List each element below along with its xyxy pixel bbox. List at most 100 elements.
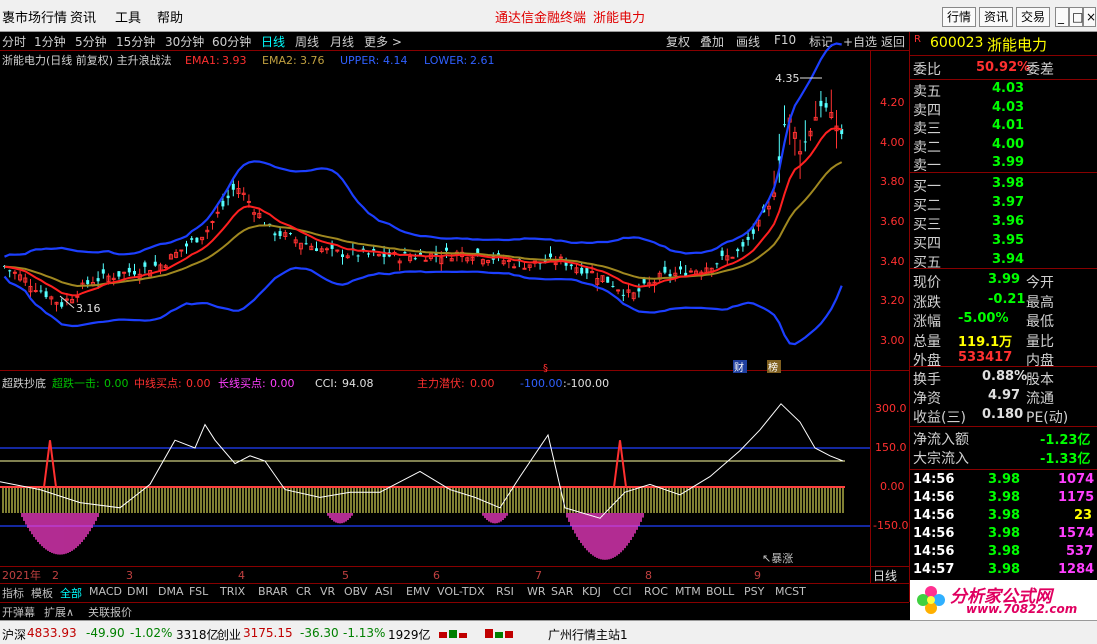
- candle-body: [231, 183, 235, 190]
- indicator-tab-cr[interactable]: CR: [296, 585, 311, 598]
- indicator-tab-kdj[interactable]: KDJ: [582, 585, 601, 598]
- sub-e-label: 主力潜伏:: [417, 376, 465, 390]
- server-name[interactable]: 广州行情主站1: [548, 626, 628, 643]
- close-button[interactable]: ×: [1083, 7, 1096, 27]
- indicator-tab-emv[interactable]: EMV: [406, 585, 430, 598]
- related-quotes-link[interactable]: 关联报价: [88, 604, 132, 620]
- sell-level-price: 4.01: [992, 118, 1025, 133]
- tick-volume: 1074: [1058, 472, 1095, 487]
- indicator-tab-macd[interactable]: MACD: [89, 585, 122, 598]
- candle-body: [101, 269, 105, 274]
- candle-body: [60, 302, 64, 307]
- finance-right-label: 流通: [1026, 391, 1054, 407]
- flower-logo-icon: [917, 586, 945, 614]
- candle-body: [215, 211, 220, 214]
- candle-body: [445, 247, 448, 251]
- indicator-tab-rsi[interactable]: RSI: [496, 585, 514, 598]
- finance-label: 收益(三): [913, 410, 966, 426]
- sh-index-value: 4833.93: [27, 626, 77, 640]
- indicator-tab-fsl[interactable]: FSL: [189, 585, 208, 598]
- quote-tab-button[interactable]: 行情: [942, 7, 977, 27]
- indicator-tab-全部[interactable]: 全部: [60, 585, 82, 601]
- stat-value: -5.00%: [958, 311, 1009, 326]
- stat-label: 现价: [913, 275, 941, 291]
- candle-body: [668, 273, 672, 277]
- indicator-tab-dma[interactable]: DMA: [158, 585, 184, 598]
- candle-body: [289, 233, 292, 235]
- tick-time: 14:56: [913, 490, 955, 505]
- sub-d-value: 94.08: [342, 377, 374, 390]
- candle-body: [606, 276, 610, 283]
- danmaku-toggle[interactable]: 开弹幕: [2, 604, 35, 620]
- market-mini-bars-icon: [439, 629, 513, 638]
- indicator-panel: [0, 403, 870, 560]
- candle-body: [315, 248, 318, 251]
- ema2-line: [4, 161, 843, 288]
- date-tick: 2: [52, 569, 59, 582]
- sub-a-label: 超跌一击:: [52, 376, 100, 390]
- minimize-button[interactable]: _: [1055, 7, 1069, 27]
- candle-body: [96, 278, 100, 282]
- indicator-tab-cci[interactable]: CCI: [613, 585, 632, 598]
- trade-tab-button[interactable]: 交易: [1016, 7, 1051, 27]
- indicator-tab-obv[interactable]: OBV: [344, 585, 367, 598]
- candle-body: [423, 259, 428, 262]
- candle-body: [39, 290, 43, 292]
- finance-label: 换手: [913, 372, 941, 388]
- candle-body: [720, 250, 724, 257]
- event-marker-icon[interactable]: §: [543, 363, 548, 374]
- candle-body: [278, 231, 282, 236]
- sell-level-price: 4.00: [992, 136, 1025, 152]
- brand-name: 通达信金融终端: [495, 11, 587, 26]
- menu-help[interactable]: 帮助: [157, 7, 183, 26]
- indicator-tab-brar[interactable]: BRAR: [258, 585, 288, 598]
- news-tab-button[interactable]: 资讯: [979, 7, 1014, 27]
- buy-level-label: 买三: [913, 217, 941, 233]
- menu-news[interactable]: 资讯: [70, 7, 96, 26]
- indicator-tab-dmi[interactable]: DMI: [127, 585, 148, 598]
- candle-body: [746, 236, 750, 240]
- candle-body: [226, 195, 230, 199]
- sub-b-value: 0.00: [186, 377, 211, 390]
- stat-label: 涨幅: [913, 314, 941, 330]
- sell-level-label: 卖三: [913, 121, 941, 137]
- buy-level-price: 3.96: [992, 214, 1025, 229]
- indicator-tab-模板[interactable]: 模板: [31, 585, 53, 601]
- candle-body: [506, 259, 511, 262]
- buy-level-price: 3.95: [992, 233, 1025, 248]
- indicator-tab-asi[interactable]: ASI: [375, 585, 393, 598]
- flow-label: 大宗流入: [913, 451, 969, 467]
- period-label: 日线: [873, 569, 897, 583]
- upper-value: 4.14: [383, 54, 408, 67]
- date-tick: 8: [645, 569, 652, 582]
- indicator-tab-mcst[interactable]: MCST: [775, 585, 806, 598]
- stat-right-label: 量比: [1026, 333, 1054, 350]
- indicator-tab-sar[interactable]: SAR: [551, 585, 573, 598]
- indicator-tab-trix[interactable]: TRIX: [220, 585, 245, 598]
- finance-event-label: 财: [734, 361, 744, 374]
- logo-url: www.70822.com: [966, 602, 1078, 616]
- indicator-tab-wr[interactable]: WR: [527, 585, 546, 598]
- indicator-tab-roc[interactable]: ROC: [644, 585, 668, 598]
- cy-index-change: -36.30: [300, 626, 339, 640]
- boll-lower-line: [3, 266, 843, 346]
- expand-toggle[interactable]: 扩展∧: [44, 604, 74, 620]
- stock-code: 600023: [930, 35, 984, 51]
- upper-label: UPPER:: [340, 54, 379, 67]
- ranking-event-label: 榜: [768, 361, 778, 374]
- sub-c-value: 0.00: [270, 377, 295, 390]
- indicator-tab-mtm[interactable]: MTM: [675, 585, 701, 598]
- menu-tools[interactable]: 工具: [115, 7, 141, 26]
- indicator-tab-psy[interactable]: PSY: [744, 585, 764, 598]
- candle-body: [419, 252, 422, 255]
- indicator-tab-boll[interactable]: BOLL: [706, 585, 734, 598]
- chart-area[interactable]: 分时 1分钟 5分钟 15分钟 30分钟 60分钟 日线 周线 月线 更多 > …: [0, 32, 909, 602]
- candle-body: [122, 271, 127, 274]
- maximize-button[interactable]: □: [1069, 7, 1083, 27]
- candle-body: [824, 103, 828, 108]
- indicator-tab-vol-tdx[interactable]: VOL-TDX: [437, 585, 485, 598]
- candle-body: [403, 252, 407, 254]
- indicator-tab-vr[interactable]: VR: [320, 585, 335, 598]
- kline-chart[interactable]: 浙能电力(日线 前复权) 主升浪战法 EMA1: 3.93 EMA2: 3.76…: [0, 32, 909, 602]
- indicator-tab-指标[interactable]: 指标: [2, 585, 24, 601]
